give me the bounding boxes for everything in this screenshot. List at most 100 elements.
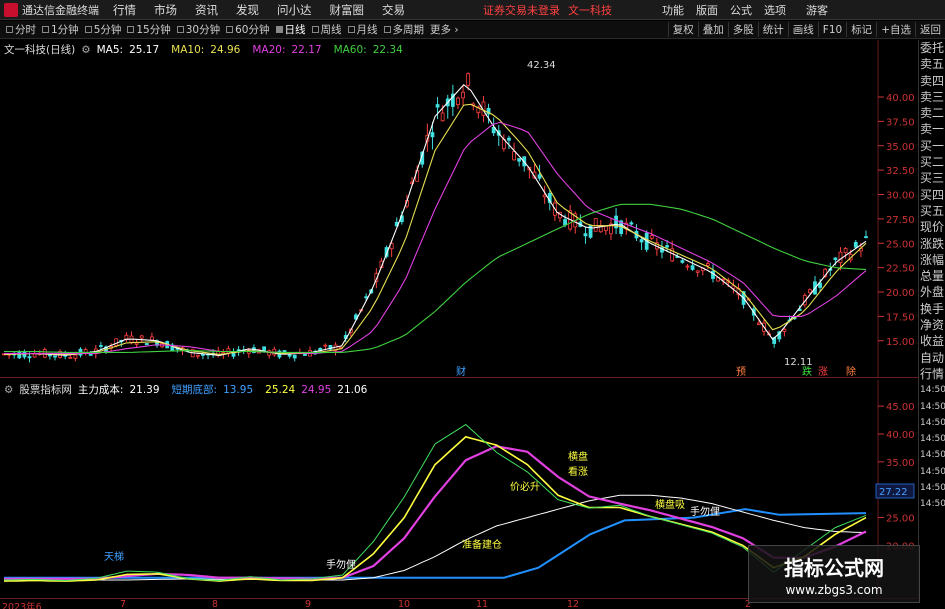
- sidebar-item[interactable]: 卖三: [919, 89, 945, 105]
- marker-ex-rights[interactable]: 除: [846, 365, 856, 378]
- candle-body: [430, 132, 435, 138]
- period-tab-30min[interactable]: 30分钟: [176, 22, 220, 37]
- kline-chart[interactable]: 40.00 37.50 35.00 32.50 30.00 27.50 25.00 22.50…: [0, 40, 918, 378]
- sidebar-item[interactable]: 买二: [919, 154, 945, 170]
- tool-f10[interactable]: F10: [817, 22, 846, 37]
- sidebar-item[interactable]: 换手: [919, 301, 945, 317]
- ma5-label: MA5: 25.17: [96, 43, 160, 56]
- period-tab-5min[interactable]: 5分钟: [84, 22, 121, 37]
- settings-gear-icon[interactable]: ⚙: [4, 384, 13, 396]
- annotation-1: 价必升: [510, 480, 540, 493]
- candle-body: [201, 353, 205, 356]
- candle-body: [88, 354, 93, 356]
- candle-body: [27, 356, 32, 359]
- tool-statistics[interactable]: 统计: [757, 22, 788, 37]
- ma60-label: MA60: 22.34: [333, 43, 403, 56]
- candle-body: [364, 296, 369, 299]
- sidebar-item[interactable]: 买三: [919, 170, 945, 186]
- y-tick-label: 45.00: [886, 402, 915, 413]
- settings-gear-icon[interactable]: ⚙: [81, 44, 90, 56]
- sidebar-item[interactable]: 买五: [919, 203, 945, 219]
- checkbox-icon: [84, 26, 92, 33]
- tool-add-watchlist[interactable]: +自选: [876, 22, 915, 37]
- candle-body: [517, 158, 522, 162]
- sidebar-item[interactable]: 自动: [919, 350, 945, 366]
- tool-back[interactable]: 返回: [915, 22, 945, 37]
- sidebar-item[interactable]: 买四: [919, 187, 945, 203]
- sidebar-item[interactable]: 外盘: [919, 284, 945, 300]
- sidebar-item[interactable]: 现价: [919, 219, 945, 235]
- sidebar-item[interactable]: 涨幅: [919, 252, 945, 268]
- menu-market[interactable]: 市场: [154, 2, 177, 18]
- period-tab-1min[interactable]: 1分钟: [42, 22, 79, 37]
- marker-limit-down[interactable]: 跌: [802, 365, 812, 378]
- sidebar-item[interactable]: 14:50: [919, 431, 945, 447]
- candle-body: [73, 354, 78, 359]
- current-price-label: 27.22: [879, 487, 908, 498]
- candle-body: [583, 233, 588, 237]
- sidebar-item[interactable]: 14:50: [919, 496, 945, 512]
- menu-quotes[interactable]: 行情: [113, 2, 136, 18]
- ma-line-ma5: [3, 83, 867, 356]
- sidebar-item[interactable]: 卖一: [919, 121, 945, 137]
- sidebar-item[interactable]: 14:50: [919, 447, 945, 463]
- marker-limit-up[interactable]: 涨: [818, 366, 828, 378]
- y-tick-label: 35.00: [886, 142, 915, 153]
- period-tab-weekly[interactable]: 周线: [311, 22, 342, 37]
- sidebar-item[interactable]: 14:50: [919, 480, 945, 496]
- sidebar-item[interactable]: 涨跌: [919, 236, 945, 252]
- sidebar-item[interactable]: 总量: [919, 268, 945, 284]
- period-tab-monthly[interactable]: 月线: [347, 22, 378, 37]
- candle-body: [690, 265, 695, 270]
- candle-body: [838, 251, 843, 264]
- menu-trade[interactable]: 交易: [382, 2, 405, 18]
- sidebar-item[interactable]: 净资: [919, 317, 945, 333]
- menu-formula[interactable]: 公式: [730, 2, 752, 18]
- menu-news[interactable]: 资讯: [195, 2, 218, 18]
- menu-ask[interactable]: 问小达: [277, 2, 312, 18]
- period-tab-intraday[interactable]: 分时: [6, 22, 36, 37]
- candle-body: [853, 241, 858, 248]
- menu-layout[interactable]: 版面: [696, 2, 718, 18]
- kline-panel[interactable]: 文一科技(日线) ⚙ MA5: 25.17 MA10: 24.96 MA20: 22.…: [0, 40, 918, 378]
- sidebar-item[interactable]: 卖五: [919, 56, 945, 72]
- marker-finance[interactable]: 财: [456, 365, 466, 378]
- sidebar-item[interactable]: 卖四: [919, 73, 945, 89]
- tool-draw-line[interactable]: 画线: [787, 22, 818, 37]
- menu-options[interactable]: 选项: [764, 2, 786, 18]
- sidebar-item[interactable]: 14:50: [919, 382, 945, 398]
- tool-overlay[interactable]: 叠加: [697, 22, 728, 37]
- sidebar-item[interactable]: 14:50: [919, 415, 945, 431]
- candle-body: [680, 260, 685, 263]
- stock-title: 文一科技: [568, 3, 612, 17]
- tool-mark[interactable]: 标记: [846, 22, 876, 37]
- period-tab-daily[interactable]: 日线: [275, 22, 306, 37]
- period-tab-60min[interactable]: 60分钟: [226, 22, 270, 37]
- app-name: 通达信金融终端: [22, 3, 99, 17]
- menu-discover[interactable]: 发现: [236, 2, 259, 18]
- candle-body: [323, 344, 328, 347]
- sidebar-item[interactable]: 收益: [919, 333, 945, 349]
- period-tab-15min[interactable]: 15分钟: [127, 22, 171, 37]
- candle-body: [231, 352, 236, 357]
- sidebar-item[interactable]: 行情: [919, 366, 945, 382]
- tool-multi-stock[interactable]: 多股: [727, 22, 758, 37]
- guest-label[interactable]: 游客: [806, 2, 828, 18]
- time-label: 11: [476, 599, 489, 609]
- menu-function[interactable]: 功能: [662, 2, 684, 18]
- period-tab-more[interactable]: 更多 ›: [430, 22, 459, 37]
- indicator-legend: ⚙ 股票指标网 主力成本: 21.39 短期底部: 13.95 25.24 24.9…: [4, 382, 373, 397]
- candle-body: [68, 356, 73, 359]
- sidebar-item[interactable]: 委托: [919, 40, 945, 56]
- period-tab-multi[interactable]: 多周期: [383, 22, 424, 37]
- sidebar-item[interactable]: 14:50: [919, 464, 945, 480]
- menu-wealth[interactable]: 财富圈: [330, 2, 365, 18]
- time-label: 8: [212, 599, 219, 609]
- sidebar-item[interactable]: 14:50: [919, 399, 945, 415]
- marker-forecast[interactable]: 预: [736, 366, 746, 378]
- candle-body: [807, 289, 812, 294]
- tool-restore-rights[interactable]: 复权: [667, 22, 698, 37]
- sidebar-item[interactable]: 买一: [919, 138, 945, 154]
- candle-body: [440, 112, 445, 122]
- sidebar-item[interactable]: 卖二: [919, 105, 945, 121]
